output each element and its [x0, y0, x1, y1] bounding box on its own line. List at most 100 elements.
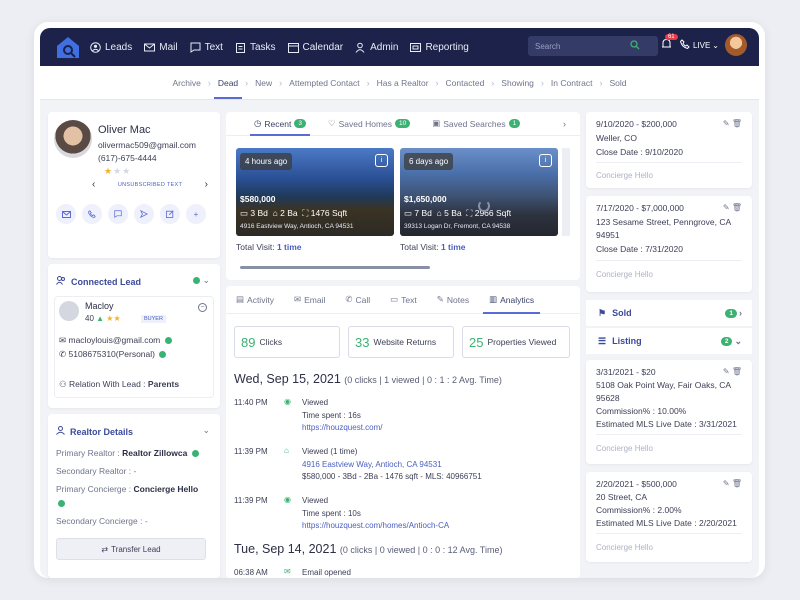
- tab-email[interactable]: ✉ Email: [294, 286, 325, 313]
- lead-email[interactable]: olivermac509@gmail.com: [98, 140, 196, 150]
- connected-lead-phone[interactable]: ✆ 5108675310(Personal): [59, 349, 167, 360]
- listing-address-zip: 95628: [596, 393, 620, 403]
- nav-reporting[interactable]: Reporting: [410, 42, 469, 53]
- event-details: Viewed Time spent : 10s https://houzquest.…: [302, 495, 449, 533]
- phone-icon: ✆: [345, 294, 353, 304]
- event-link[interactable]: https://houzquest.com/homes/Antioch-CA: [302, 520, 449, 533]
- live-label[interactable]: LIVE: [693, 41, 710, 50]
- star-icon[interactable]: ★: [104, 166, 113, 176]
- send-action-button[interactable]: [134, 204, 154, 224]
- calendar-icon: [287, 42, 299, 53]
- search-input[interactable]: [535, 41, 630, 51]
- add-action-button[interactable]: +: [186, 204, 206, 224]
- tab-text[interactable]: ▭ Text: [390, 286, 417, 313]
- bed-icon: ▭: [240, 208, 249, 218]
- horizontal-scrollbar[interactable]: [240, 266, 430, 269]
- tab-activity[interactable]: ▤ Activity: [236, 286, 274, 313]
- secondary-concierge: Secondary Concierge : -: [56, 516, 148, 526]
- lead-profile-card: Oliver Mac olivermac509@gmail.com (617)-…: [48, 112, 220, 258]
- connected-lead-email[interactable]: ✉ macloylouis@gmail.com: [59, 335, 172, 346]
- homes-tabs: ◷ Recent 3 ♡ Saved Homes 10 ▣ Saved Searches 1…: [226, 112, 580, 136]
- tab-saved-searches[interactable]: ▣ Saved Searches 1: [432, 112, 521, 135]
- nav-mail[interactable]: Mail: [144, 41, 178, 53]
- bed-icon: ▭: [404, 208, 413, 218]
- stage-sold[interactable]: Sold: [603, 66, 632, 99]
- phone-icon[interactable]: [679, 39, 690, 51]
- stage-dead[interactable]: Dead: [212, 66, 244, 99]
- info-icon[interactable]: i: [375, 154, 388, 167]
- connected-lead-header: Connected Lead: [56, 276, 141, 287]
- chevron-left-icon[interactable]: ‹: [92, 179, 95, 190]
- email-action-button[interactable]: [56, 204, 76, 224]
- transaction-concierge: Concierge Hello: [596, 171, 653, 180]
- stage-attempted-contact[interactable]: Attempted Contact: [283, 66, 365, 99]
- clock-icon: ◷: [254, 118, 262, 128]
- event-time: 11:39 PM: [234, 447, 268, 456]
- lead-rating[interactable]: ★★★: [104, 166, 131, 177]
- tab-saved-homes[interactable]: ♡ Saved Homes 10: [328, 112, 411, 135]
- nav-leads[interactable]: Leads: [90, 42, 132, 53]
- tab-analytics[interactable]: ▥ Analytics: [483, 286, 541, 314]
- connected-lead-card: Connected Lead ⌄ Macloy 40 ▲ ★★ BUYER − …: [48, 264, 220, 408]
- property-card[interactable]: 4 hours ago i $580,000 ▭ 3 Bd ⌂ 2 Ba ⛶ 1…: [236, 148, 394, 236]
- chevron-down-icon: ⌄: [734, 335, 742, 346]
- event-time: 11:40 PM: [234, 398, 268, 407]
- lead-phone[interactable]: (617)-675-4444: [98, 153, 157, 163]
- nav-mail-label: Mail: [159, 41, 178, 53]
- stage-contacted[interactable]: Contacted: [440, 66, 491, 99]
- star-icon[interactable]: ★: [113, 166, 122, 176]
- divider: [596, 260, 742, 261]
- listing-card: 2/20/2021 - $500,000 ✎ 🗑 20 Street, CA C…: [586, 472, 752, 562]
- edit-delete-icons[interactable]: ✎ 🗑: [723, 367, 742, 376]
- chevron-right-icon[interactable]: ›: [563, 119, 566, 129]
- list-icon: ☰: [598, 335, 607, 346]
- person-icon: [56, 426, 65, 437]
- edit-icon: ✎: [722, 203, 730, 212]
- connected-lead-age: 40 ▲ ★★: [85, 314, 121, 323]
- star-icon[interactable]: ★: [122, 166, 131, 176]
- chevron-down-icon[interactable]: ⌄: [712, 41, 719, 50]
- event-link[interactable]: https://houzquest.com/: [302, 422, 383, 435]
- property-specs: ▭ 3 Bd ⌂ 2 Ba ⛶ 1476 Sqft: [240, 208, 348, 218]
- event-time: 11:39 PM: [234, 496, 268, 505]
- nav-text[interactable]: Text: [190, 42, 223, 53]
- nav-admin[interactable]: Admin: [355, 42, 398, 53]
- text-action-button[interactable]: [108, 204, 128, 224]
- call-action-button[interactable]: [82, 204, 102, 224]
- edit-action-button[interactable]: [160, 204, 180, 224]
- stage-showing[interactable]: Showing: [495, 66, 540, 99]
- nav-calendar[interactable]: Calendar: [287, 42, 343, 53]
- connected-lead-toggle[interactable]: ⌄: [191, 275, 210, 286]
- stage-in-contract[interactable]: In Contract: [545, 66, 599, 99]
- person-circle-icon: [90, 41, 101, 53]
- user-avatar[interactable]: [725, 34, 747, 56]
- bell-icon[interactable]: 61: [661, 34, 678, 52]
- property-card[interactable]: 6 days ago i $1,650,000 ▭ 7 Bd ⌂ 5 Ba ⛶ …: [400, 148, 558, 236]
- event-link[interactable]: 4916 Eastview Way, Antioch, CA 94531: [302, 459, 482, 472]
- chevron-down-icon[interactable]: ⌄: [202, 425, 210, 436]
- transfer-lead-button[interactable]: ⇄ Transfer Lead: [56, 538, 206, 560]
- tab-recent[interactable]: ◷ Recent 3: [250, 112, 310, 136]
- chevron-right-icon[interactable]: ›: [205, 179, 208, 190]
- edit-delete-icons[interactable]: ✎ 🗑: [723, 119, 742, 128]
- stage-archive[interactable]: Archive: [166, 66, 206, 99]
- sold-section-header[interactable]: ⚑ Sold 1 ›: [586, 300, 752, 326]
- area-icon: ⛶: [466, 208, 473, 218]
- listing-commission: Commission% : 2.00%: [596, 505, 682, 515]
- stage-has-a-realtor[interactable]: Has a Realtor: [371, 66, 435, 99]
- search-icon[interactable]: [630, 40, 640, 52]
- connected-lead-name: Macloy: [85, 301, 114, 311]
- tab-call[interactable]: ✆ Call: [345, 286, 370, 313]
- home-logo-icon[interactable]: [54, 33, 82, 61]
- edit-delete-icons[interactable]: ✎ 🗑: [723, 479, 742, 488]
- search-box[interactable]: [528, 36, 658, 56]
- remove-connection-icon[interactable]: −: [198, 303, 207, 312]
- tab-notes[interactable]: ✎ Notes: [437, 286, 469, 313]
- trash-icon: 🗑: [731, 367, 742, 376]
- edit-delete-icons[interactable]: ✎ 🗑: [723, 203, 742, 212]
- stage-new[interactable]: New: [249, 66, 278, 99]
- nav-tasks[interactable]: Tasks: [235, 42, 276, 53]
- listing-section-header[interactable]: ☰ Listing 2 ⌄: [586, 328, 752, 354]
- info-icon[interactable]: i: [539, 154, 552, 167]
- area-icon: ⛶: [302, 208, 309, 218]
